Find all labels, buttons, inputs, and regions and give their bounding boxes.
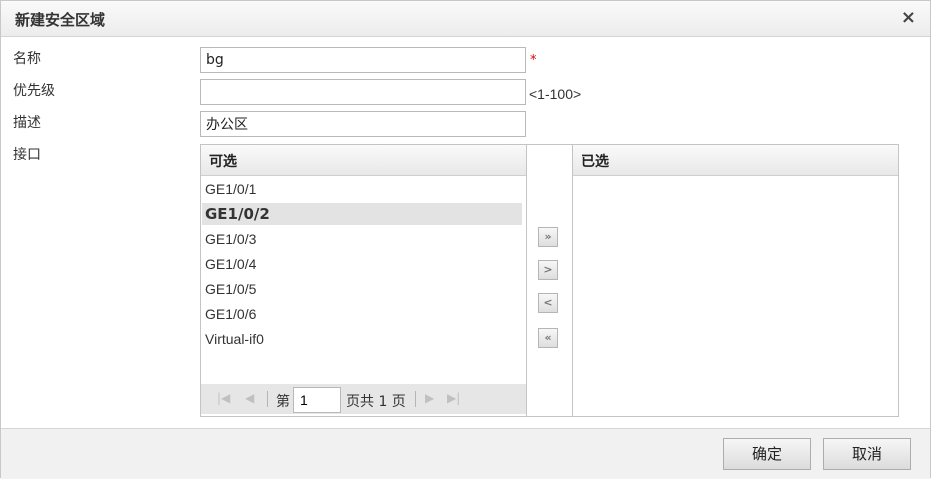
remove-button[interactable]: < [538,293,558,313]
list-item-selected[interactable]: GE1/0/2 [202,203,522,225]
list-item[interactable]: GE1/0/3 [202,228,522,250]
page-number-input[interactable] [293,387,341,413]
pager-divider [415,391,416,407]
prev-page-icon[interactable]: ◀ [245,391,254,405]
new-security-zone-dialog: 新建安全区域 × 名称 * 优先级 <1-100> 描述 接口 可选 GE1/0… [0,0,931,479]
description-input[interactable] [200,111,526,137]
list-item[interactable]: GE1/0/4 [202,253,522,275]
priority-label: 优先级 [13,83,55,99]
dialog-titlebar: 新建安全区域 × [1,1,930,37]
page-prefix: 第 [276,394,290,410]
add-button[interactable]: > [538,260,558,280]
page-total-text: 页共 1 页 [346,394,406,410]
selected-header: 已选 [573,145,898,176]
close-icon[interactable]: × [901,8,916,28]
list-item[interactable]: GE1/0/1 [202,178,522,200]
pager-divider [267,391,268,407]
description-label: 描述 [13,115,41,131]
required-mark: * [530,53,537,68]
available-interfaces-panel: 可选 GE1/0/1 GE1/0/2 GE1/0/3 GE1/0/4 GE1/0… [200,144,527,417]
pager: |◀ ◀ 第 页共 1 页 ▶ ▶| [201,384,526,414]
list-item[interactable]: GE1/0/6 [202,303,522,325]
list-item[interactable]: Virtual-if0 [202,328,522,350]
list-item[interactable]: GE1/0/5 [202,278,522,300]
dialog-title: 新建安全区域 [15,11,106,29]
name-input[interactable] [200,47,526,73]
last-page-icon[interactable]: ▶| [447,391,460,405]
first-page-icon[interactable]: |◀ [217,391,230,405]
remove-all-button[interactable]: « [538,328,558,348]
add-all-button[interactable]: » [538,227,558,247]
next-page-icon[interactable]: ▶ [425,391,434,405]
ok-button[interactable]: 确定 [723,438,811,470]
priority-input[interactable] [200,79,526,105]
name-label: 名称 [13,51,41,67]
available-header: 可选 [201,145,526,176]
cancel-button[interactable]: 取消 [823,438,911,470]
selected-interfaces-panel: 已选 [572,144,899,417]
transfer-column [526,144,573,417]
priority-range-hint: <1-100> [529,86,582,102]
interface-label: 接口 [13,147,41,163]
